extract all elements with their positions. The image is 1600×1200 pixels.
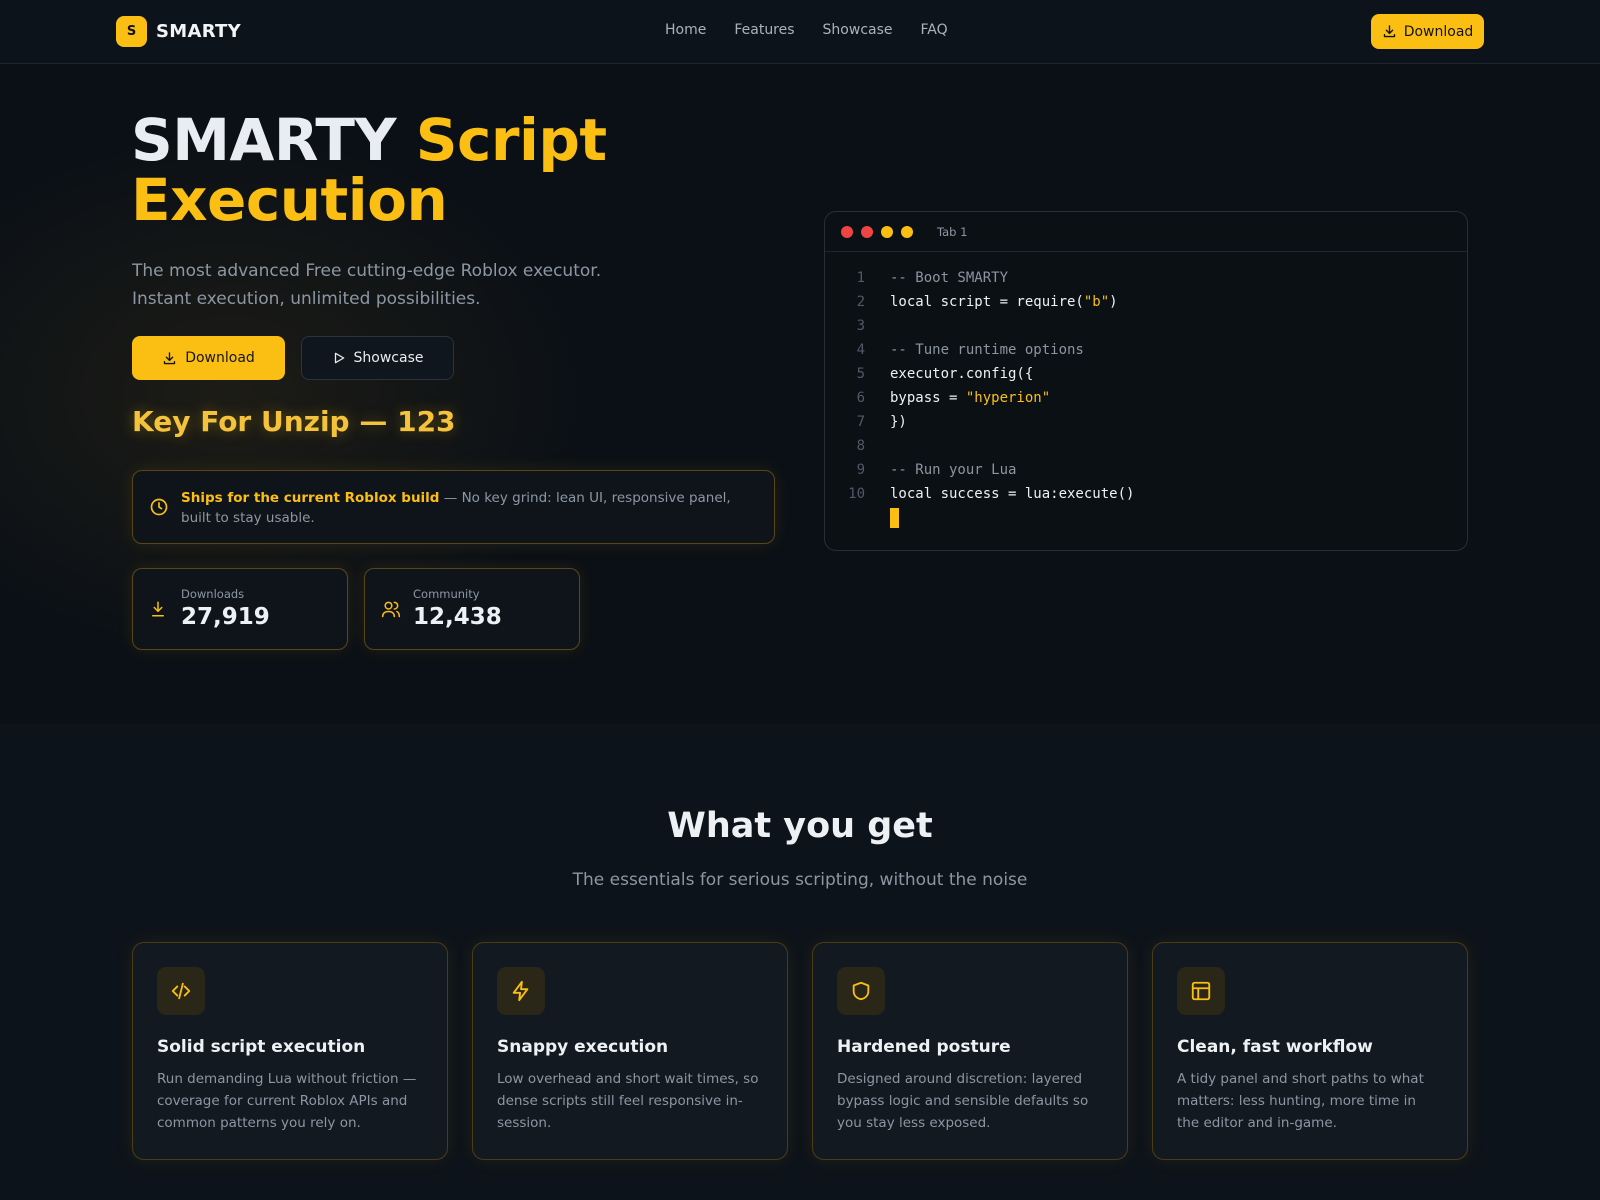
code-string: "b" — [1083, 294, 1110, 310]
stat-value: 12,438 — [413, 604, 502, 630]
code-line: bypass = "hyperion" — [890, 390, 1050, 406]
download-icon — [152, 601, 164, 617]
feature-title: Clean, fast workflow — [1177, 1037, 1373, 1057]
play-icon — [334, 352, 344, 364]
line-number: 10 — [848, 486, 865, 502]
feature-icon-box — [837, 967, 885, 1015]
download-icon — [164, 351, 176, 364]
feature-card: Clean, fast workflow A tidy panel and sh… — [1152, 942, 1468, 1160]
unzip-key: Key For Unzip — 123 — [132, 405, 456, 438]
code-text: ) — [1109, 294, 1118, 310]
code-line: executor.config({ — [890, 366, 1034, 382]
nav-link-showcase[interactable]: Showcase — [823, 22, 893, 38]
hero-title: SMARTY Script Execution — [131, 110, 607, 230]
stat-community: Community 12,438 — [364, 568, 580, 650]
code-line: local script = require("b") — [890, 294, 1118, 310]
users-icon — [381, 601, 401, 618]
code-line: local success = lua:execute() — [890, 486, 1135, 502]
line-number: 1 — [856, 270, 865, 286]
feature-text: Run demanding Lua without friction — cov… — [157, 1071, 417, 1131]
logo-mark: S — [116, 16, 147, 47]
feature-title: Solid script execution — [157, 1037, 366, 1057]
window-dot-red — [841, 226, 853, 238]
line-number: 8 — [856, 438, 865, 454]
code-text: local script = require( — [890, 294, 1084, 310]
shield-icon — [852, 981, 870, 1001]
layout-icon — [1191, 981, 1211, 1001]
line-number: 7 — [856, 414, 865, 430]
window-dot-yellow — [881, 226, 893, 238]
hero-showcase-label: Showcase — [353, 350, 424, 366]
code-line: -- Tune runtime options — [890, 342, 1084, 358]
feature-text: Low overhead and short wait times, so de… — [497, 1071, 759, 1131]
feature-icon-box — [497, 967, 545, 1015]
stat-label: Downloads — [181, 587, 245, 601]
line-number: 3 — [856, 318, 865, 334]
hero-showcase-button[interactable]: Showcase — [301, 336, 454, 380]
download-icon — [1383, 25, 1395, 38]
hero-download-button[interactable]: Download — [132, 336, 285, 380]
nav-links: Home Features Showcase FAQ — [665, 22, 948, 38]
hero-download-label: Download — [185, 350, 255, 366]
stat-label: Community — [413, 587, 480, 601]
feature-title: Snappy execution — [497, 1037, 669, 1057]
clock-icon — [150, 498, 168, 516]
code-editor-window: Tab 1 1 -- Boot SMARTY 2 local script = … — [824, 211, 1468, 551]
notice-bold: Ships for the current Roblox build — [181, 490, 440, 506]
hero-title-yellow-2: Execution — [131, 166, 448, 234]
code-icon — [171, 982, 191, 1000]
stat-value: 27,919 — [181, 604, 270, 630]
features-title: What you get — [667, 806, 933, 846]
stat-downloads: Downloads 27,919 — [132, 568, 348, 650]
code-line: -- Boot SMARTY — [890, 270, 1009, 286]
nav-link-features[interactable]: Features — [734, 22, 794, 38]
feature-icon-box — [157, 967, 205, 1015]
code-text: bypass = — [890, 390, 966, 406]
editor-title-bar: Tab 1 — [825, 212, 1467, 252]
nav-link-home[interactable]: Home — [665, 22, 706, 38]
feature-icon-box — [1177, 967, 1225, 1015]
feature-text: Designed around discretion: layered bypa… — [837, 1071, 1089, 1131]
line-number: 9 — [856, 462, 865, 478]
code-string: "hyperion" — [965, 390, 1051, 406]
line-number: 5 — [856, 366, 865, 382]
brand-name: SMARTY — [156, 21, 241, 42]
code-line: -- Run your Lua — [890, 462, 1017, 478]
line-number: 6 — [856, 390, 865, 406]
feature-card: Solid script execution Run demanding Lua… — [132, 942, 448, 1160]
feature-card: Snappy execution Low overhead and short … — [472, 942, 788, 1160]
build-notice: Ships for the current Roblox build — No … — [132, 470, 775, 544]
hero-subtitle: The most advanced Free cutting-edge Robl… — [132, 261, 602, 309]
window-dot-red — [861, 226, 873, 238]
nav-link-faq[interactable]: FAQ — [921, 22, 948, 38]
notice-text: Ships for the current Roblox build — No … — [181, 488, 751, 528]
line-number: 2 — [856, 294, 865, 310]
hero-title-yellow-1: Script — [415, 106, 607, 174]
nav-download-label: Download — [1403, 23, 1474, 40]
feature-title: Hardened posture — [837, 1037, 1011, 1057]
feature-card: Hardened posture Designed around discret… — [812, 942, 1128, 1160]
text-cursor — [890, 508, 899, 528]
line-number: 4 — [856, 342, 865, 358]
features-subtitle: The essentials for serious scripting, wi… — [572, 870, 1028, 890]
hero-title-white: SMARTY — [131, 106, 416, 174]
top-nav: S SMARTY Home Features Showcase FAQ Down… — [0, 0, 1600, 64]
window-dot-yellow — [901, 226, 913, 238]
code-line: }) — [890, 414, 907, 430]
brand-logo[interactable]: S SMARTY — [116, 16, 241, 47]
feature-text: A tidy panel and short paths to what mat… — [1177, 1071, 1424, 1131]
nav-download-button[interactable]: Download — [1371, 14, 1484, 49]
lightning-icon — [512, 980, 529, 1002]
editor-tab[interactable]: Tab 1 — [937, 225, 967, 239]
